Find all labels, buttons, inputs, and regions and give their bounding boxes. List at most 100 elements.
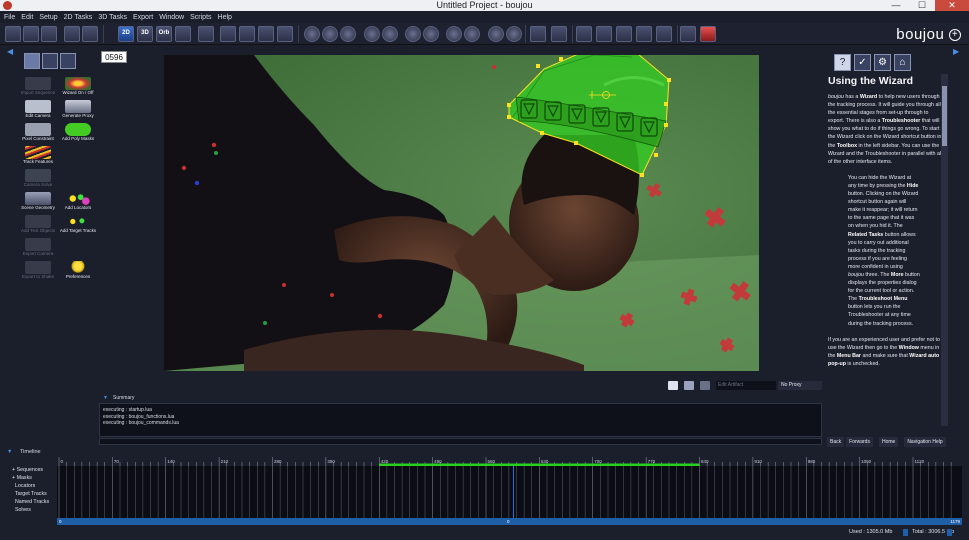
- tool-edit-camera[interactable]: Edit Camera: [19, 100, 57, 122]
- track-tool-icon[interactable]: [576, 26, 592, 42]
- menu-file[interactable]: File: [4, 14, 15, 21]
- track-masks[interactable]: + Masks: [7, 474, 57, 482]
- related-tasks-icon[interactable]: ⚙: [874, 54, 891, 71]
- layout-1-icon[interactable]: [220, 26, 236, 42]
- camera-solve-icon: [25, 169, 51, 182]
- refresh-icon[interactable]: [684, 381, 694, 390]
- camera-tool-icon[interactable]: [636, 26, 652, 42]
- new-project-icon[interactable]: [5, 26, 21, 42]
- play-forward-icon[interactable]: [340, 26, 356, 42]
- menu-edit[interactable]: Edit: [21, 14, 33, 21]
- close-button[interactable]: ✕: [935, 0, 969, 11]
- tab-checklist[interactable]: [60, 53, 76, 69]
- prev-key-icon[interactable]: [446, 26, 462, 42]
- undo-icon[interactable]: [64, 26, 80, 42]
- stop-icon[interactable]: [322, 26, 338, 42]
- layout-2-icon[interactable]: [239, 26, 255, 42]
- minimize-button[interactable]: —: [883, 0, 909, 11]
- back-button[interactable]: Back: [827, 437, 845, 447]
- step-forward-icon[interactable]: [382, 26, 398, 42]
- next-key-icon[interactable]: [464, 26, 480, 42]
- tool-preferences[interactable]: Preferences: [59, 261, 97, 283]
- tool-pixel-constraint[interactable]: Pixel Constraint: [19, 123, 57, 145]
- collapse-triangle-icon[interactable]: ▼: [103, 394, 108, 402]
- forwards-button[interactable]: Forwards: [846, 437, 873, 447]
- tool-add-poly-masks[interactable]: Add Poly Masks: [59, 123, 97, 145]
- layout-4-icon[interactable]: [277, 26, 293, 42]
- graph-icon[interactable]: [175, 26, 191, 42]
- tool-scene-geometry[interactable]: Scene Geometry: [19, 192, 57, 214]
- loop-icon[interactable]: [530, 26, 546, 42]
- troubleshooter-icon[interactable]: ✓: [854, 54, 871, 71]
- view-3d-icon[interactable]: 3D: [137, 26, 153, 42]
- timeline-tracks[interactable]: [57, 466, 962, 518]
- snapshot-icon[interactable]: [668, 381, 678, 390]
- menu-3d-tasks[interactable]: 3D Tasks: [98, 14, 127, 21]
- save-icon[interactable]: [41, 26, 57, 42]
- zoom-tool-icon[interactable]: [700, 26, 716, 42]
- summary-header[interactable]: ▼ Summary: [99, 394, 822, 402]
- view-2d-icon[interactable]: 2D: [118, 26, 134, 42]
- magic-wand-icon[interactable]: [616, 26, 632, 42]
- menu-2d-tasks[interactable]: 2D Tasks: [64, 14, 93, 21]
- zoom-in-icon[interactable]: [506, 26, 522, 42]
- play-backward-icon[interactable]: [304, 26, 320, 42]
- menu-help[interactable]: Help: [218, 14, 232, 21]
- navigation-help-button[interactable]: Navigation Help: [904, 437, 946, 447]
- tool-export-camera[interactable]: Export Camera: [19, 238, 57, 260]
- track-locators[interactable]: Locators: [7, 482, 57, 490]
- tab-toolbox[interactable]: [24, 53, 40, 69]
- help-scrollbar[interactable]: [941, 74, 948, 426]
- timeline-ruler[interactable]: 0 70 140 210 280 350 420 490 560 630 700 770 840 910 9…: [57, 457, 962, 466]
- grid-icon[interactable]: [198, 26, 214, 42]
- tool-label: Edit Camera: [25, 113, 51, 118]
- script-input[interactable]: [99, 438, 822, 445]
- menu-export[interactable]: Export: [133, 14, 153, 21]
- collapse-right-arrow-icon[interactable]: ▶: [953, 47, 959, 56]
- tool-camera-solve[interactable]: Camera Solve: [19, 169, 57, 191]
- collapse-left-arrow-icon[interactable]: ◀: [7, 47, 13, 56]
- frame-counter[interactable]: 0596: [101, 51, 127, 63]
- edit-artifact-field[interactable]: Edit Artifact: [716, 381, 776, 390]
- tool-add-locators[interactable]: Add Locators: [59, 192, 97, 214]
- tool-add-test-objects[interactable]: Add Test Objects: [19, 215, 57, 237]
- menu-scripts[interactable]: Scripts: [190, 14, 211, 21]
- tool-wizard[interactable]: Wizard On / Off: [59, 77, 97, 99]
- scroll-thumb[interactable]: [942, 86, 947, 146]
- hand-tool-icon[interactable]: [656, 26, 672, 42]
- ruler-label: 700: [594, 459, 602, 464]
- question-icon[interactable]: ?: [834, 54, 851, 71]
- collapse-triangle-icon[interactable]: ▼: [7, 448, 12, 456]
- more-icon[interactable]: ⌂: [894, 54, 911, 71]
- zoom-out-icon[interactable]: [488, 26, 504, 42]
- redo-icon[interactable]: [82, 26, 98, 42]
- menu-setup[interactable]: Setup: [39, 14, 57, 21]
- tool-export-to-shake[interactable]: Export to Shake: [19, 261, 57, 283]
- maximize-button[interactable]: ☐: [909, 0, 935, 11]
- orbit-icon[interactable]: Orb: [156, 26, 172, 42]
- tool-generate-proxy[interactable]: Generate Proxy: [59, 100, 97, 122]
- mask-tool-icon[interactable]: [680, 26, 696, 42]
- select-pointer-icon[interactable]: [551, 26, 567, 42]
- track-sequences[interactable]: + Sequences: [7, 466, 57, 474]
- edit-track-icon[interactable]: [596, 26, 612, 42]
- timeline-scrubber[interactable]: 0 0 1179: [57, 518, 962, 525]
- open-project-icon[interactable]: [23, 26, 39, 42]
- layout-3-icon[interactable]: [258, 26, 274, 42]
- tool-track-features[interactable]: Track Features: [19, 146, 57, 168]
- home-button[interactable]: Home: [878, 437, 899, 447]
- timeline-header[interactable]: ▼ Timeline: [0, 448, 969, 456]
- tab-list[interactable]: [42, 53, 58, 69]
- image-viewport[interactable]: [164, 55, 759, 371]
- track-target-tracks[interactable]: Target Tracks: [7, 490, 57, 498]
- tools-icon[interactable]: [700, 381, 710, 390]
- tool-import-sequence[interactable]: Import Sequence: [19, 77, 57, 99]
- proxy-select[interactable]: No Proxy: [778, 381, 822, 390]
- tool-add-target-tracks[interactable]: Add Target Tracks: [59, 215, 97, 237]
- go-end-icon[interactable]: [423, 26, 439, 42]
- track-named-tracks[interactable]: Named Tracks: [7, 498, 57, 506]
- go-start-icon[interactable]: [405, 26, 421, 42]
- track-solves[interactable]: Solves: [7, 506, 57, 514]
- menu-window[interactable]: Window: [159, 14, 184, 21]
- step-back-icon[interactable]: [364, 26, 380, 42]
